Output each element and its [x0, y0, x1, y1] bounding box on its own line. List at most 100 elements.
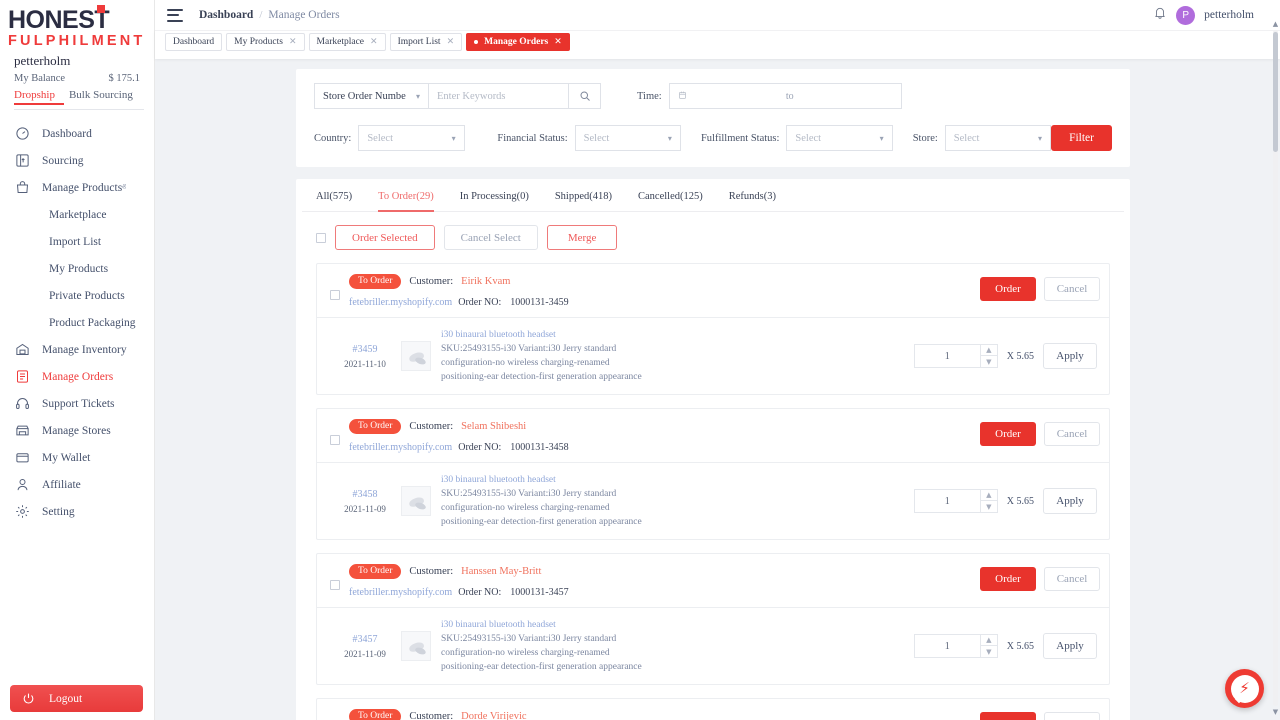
apply-button[interactable]: Apply: [1043, 488, 1097, 514]
apply-button[interactable]: Apply: [1043, 633, 1097, 659]
header-username[interactable]: petterholm: [1204, 9, 1254, 21]
select-all-checkbox[interactable]: [316, 233, 326, 243]
store-select[interactable]: Select ▾: [945, 125, 1051, 151]
sidebar-item-private-products[interactable]: Private Products: [0, 282, 154, 309]
avatar[interactable]: P: [1176, 6, 1195, 25]
quantity-value[interactable]: 1: [915, 496, 980, 507]
scroll-up-icon[interactable]: ▲: [1271, 18, 1280, 30]
order-checkbox[interactable]: [330, 580, 340, 590]
close-icon[interactable]: ✕: [370, 37, 378, 47]
tab-marketplace[interactable]: Marketplace ✕: [309, 33, 386, 51]
customer-name[interactable]: Dorde Virijevic: [461, 711, 526, 720]
close-icon[interactable]: ✕: [554, 37, 562, 47]
order-button[interactable]: Order: [980, 567, 1036, 591]
sidebar-item-affiliate[interactable]: Affiliate: [0, 471, 154, 498]
status-tab-all[interactable]: All(575): [316, 191, 352, 211]
order-selected-button[interactable]: Order Selected: [335, 225, 435, 250]
mode-tab-dropship[interactable]: Dropship: [14, 89, 55, 101]
status-tab-refunds[interactable]: Refunds(3): [729, 191, 776, 211]
tab-my-products[interactable]: My Products ✕: [226, 33, 304, 51]
order-header: To Order Customer: Hanssen May-Britt fet…: [317, 554, 1109, 607]
item-id[interactable]: #3459: [329, 344, 401, 355]
fulfillment-status-select[interactable]: Select ▾: [786, 125, 892, 151]
sidebar-item-manage-inventory[interactable]: Manage Inventory ⱟ: [0, 336, 154, 363]
search-button[interactable]: [569, 83, 601, 109]
order-checkbox[interactable]: [330, 435, 340, 445]
customer-name[interactable]: Eirik Kvam: [461, 276, 510, 287]
logout-button[interactable]: Logout: [10, 685, 143, 712]
sidebar-item-label: Manage Stores: [42, 425, 111, 437]
cancel-button[interactable]: Cancel: [1044, 422, 1100, 446]
stepper-down-icon[interactable]: ▼: [981, 356, 997, 367]
order-button[interactable]: Order: [980, 422, 1036, 446]
store-link[interactable]: fetebriller.myshopify.com: [349, 442, 452, 453]
cancel-button[interactable]: Cancel: [1044, 567, 1100, 591]
time-range-input[interactable]: to: [669, 83, 902, 109]
store-link[interactable]: fetebriller.myshopify.com: [349, 587, 452, 598]
sidebar-item-product-packaging[interactable]: Product Packaging: [0, 309, 154, 336]
status-tab-to-order[interactable]: To Order(29): [378, 191, 434, 211]
close-icon[interactable]: ✕: [289, 37, 297, 47]
product-title[interactable]: i30 binaural bluetooth headset: [441, 473, 642, 487]
search-field-select[interactable]: Store Order Numbe ▾: [314, 83, 429, 109]
order-button[interactable]: Order: [980, 712, 1036, 720]
cancel-select-button[interactable]: Cancel Select: [444, 225, 538, 250]
sidebar-item-manage-stores[interactable]: Manage Stores: [0, 417, 154, 444]
quantity-value[interactable]: 1: [915, 351, 980, 362]
store-link[interactable]: fetebriller.myshopify.com: [349, 297, 452, 308]
quantity-stepper[interactable]: 1 ▲ ▼: [914, 489, 998, 513]
quantity-stepper[interactable]: 1 ▲ ▼: [914, 344, 998, 368]
financial-status-select[interactable]: Select ▾: [575, 125, 681, 151]
notification-bell-icon[interactable]: [1153, 6, 1167, 24]
sidebar-item-import-list[interactable]: Import List: [0, 228, 154, 255]
sidebar-item-marketplace[interactable]: Marketplace: [0, 201, 154, 228]
breadcrumb-current[interactable]: Manage Orders: [268, 9, 339, 21]
customer-name[interactable]: Hanssen May-Britt: [461, 566, 541, 577]
breadcrumb-root[interactable]: Dashboard: [199, 9, 253, 21]
order-button[interactable]: Order: [980, 277, 1036, 301]
sidebar-item-sourcing[interactable]: Sourcing: [0, 147, 154, 174]
mode-tab-bulk-sourcing[interactable]: Bulk Sourcing: [69, 89, 133, 101]
quantity-stepper[interactable]: 1 ▲ ▼: [914, 634, 998, 658]
quantity-value[interactable]: 1: [915, 641, 980, 652]
search-input[interactable]: Enter Keywords: [429, 83, 569, 109]
scroll-down-icon[interactable]: ▼: [1271, 706, 1280, 718]
tab-import-list[interactable]: Import List ✕: [390, 33, 463, 51]
stepper-up-icon[interactable]: ▲: [981, 345, 997, 356]
stepper-down-icon[interactable]: ▼: [981, 501, 997, 512]
scrollbar-thumb[interactable]: [1273, 32, 1278, 152]
apply-button[interactable]: Apply: [1043, 343, 1097, 369]
status-badge: To Order: [349, 419, 401, 434]
sourcing-icon: [14, 152, 31, 169]
status-tab-in-processing[interactable]: In Processing(0): [460, 191, 529, 211]
sidebar-item-manage-products[interactable]: Manage Products ⱏ: [0, 174, 154, 201]
product-title[interactable]: i30 binaural bluetooth headset: [441, 618, 642, 632]
order-checkbox[interactable]: [330, 290, 340, 300]
cancel-button[interactable]: Cancel: [1044, 277, 1100, 301]
item-id[interactable]: #3458: [329, 489, 401, 500]
product-title[interactable]: i30 binaural bluetooth headset: [441, 328, 642, 342]
messenger-chat-button[interactable]: ⚡: [1225, 669, 1264, 708]
country-select[interactable]: Select ▾: [358, 125, 464, 151]
stepper-up-icon[interactable]: ▲: [981, 635, 997, 646]
menu-toggle-icon[interactable]: [167, 9, 183, 22]
item-id[interactable]: #3457: [329, 634, 401, 645]
tab-manage-orders[interactable]: Manage Orders ✕: [466, 33, 570, 51]
customer-name[interactable]: Selam Shibeshi: [461, 421, 526, 432]
sidebar-item-my-products[interactable]: My Products: [0, 255, 154, 282]
status-tab-cancelled[interactable]: Cancelled(125): [638, 191, 703, 211]
cancel-button[interactable]: Cancel: [1044, 712, 1100, 720]
stepper-up-icon[interactable]: ▲: [981, 490, 997, 501]
sidebar-item-my-wallet[interactable]: My Wallet ⱟ: [0, 444, 154, 471]
sidebar-item-dashboard[interactable]: Dashboard: [0, 120, 154, 147]
status-tab-shipped[interactable]: Shipped(418): [555, 191, 612, 211]
sidebar-item-support-tickets[interactable]: Support Tickets: [0, 390, 154, 417]
tab-dashboard[interactable]: Dashboard: [165, 33, 222, 51]
filter-button[interactable]: Filter: [1051, 125, 1112, 151]
stepper-down-icon[interactable]: ▼: [981, 646, 997, 657]
close-icon[interactable]: ✕: [447, 37, 455, 47]
sidebar-item-setting[interactable]: Setting ⱟ: [0, 498, 154, 525]
merge-button[interactable]: Merge: [547, 225, 618, 250]
chevron-up-icon[interactable]: ⱏ: [122, 183, 126, 193]
sidebar-item-manage-orders[interactable]: Manage Orders: [0, 363, 154, 390]
